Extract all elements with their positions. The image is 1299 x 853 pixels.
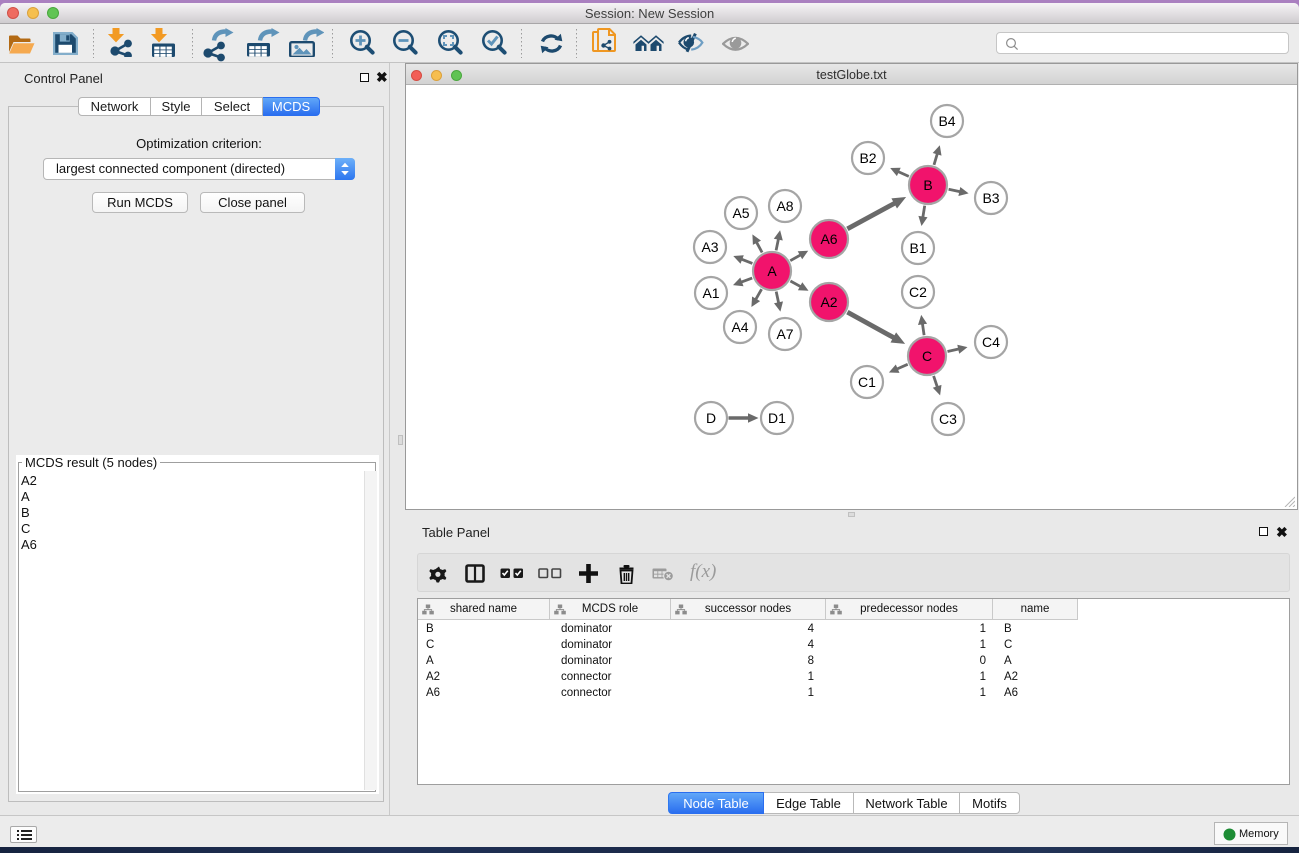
- svg-text:A1: A1: [702, 285, 719, 301]
- svg-text:C3: C3: [939, 411, 957, 427]
- svg-text:C4: C4: [982, 334, 1000, 350]
- svg-text:B1: B1: [909, 240, 926, 256]
- svg-text:A5: A5: [732, 205, 749, 221]
- svg-text:B3: B3: [982, 190, 999, 206]
- svg-text:C1: C1: [858, 374, 876, 390]
- svg-text:A: A: [767, 263, 777, 279]
- svg-text:B2: B2: [859, 150, 876, 166]
- svg-text:B4: B4: [938, 113, 955, 129]
- svg-text:A3: A3: [701, 239, 718, 255]
- svg-text:D1: D1: [768, 410, 786, 426]
- svg-text:B: B: [923, 177, 932, 193]
- svg-text:A2: A2: [820, 294, 837, 310]
- svg-text:C: C: [922, 348, 932, 364]
- svg-text:C2: C2: [909, 284, 927, 300]
- svg-text:D: D: [706, 410, 716, 426]
- svg-text:A7: A7: [776, 326, 793, 342]
- svg-text:A4: A4: [731, 319, 748, 335]
- svg-text:A6: A6: [820, 231, 837, 247]
- svg-text:A8: A8: [776, 198, 793, 214]
